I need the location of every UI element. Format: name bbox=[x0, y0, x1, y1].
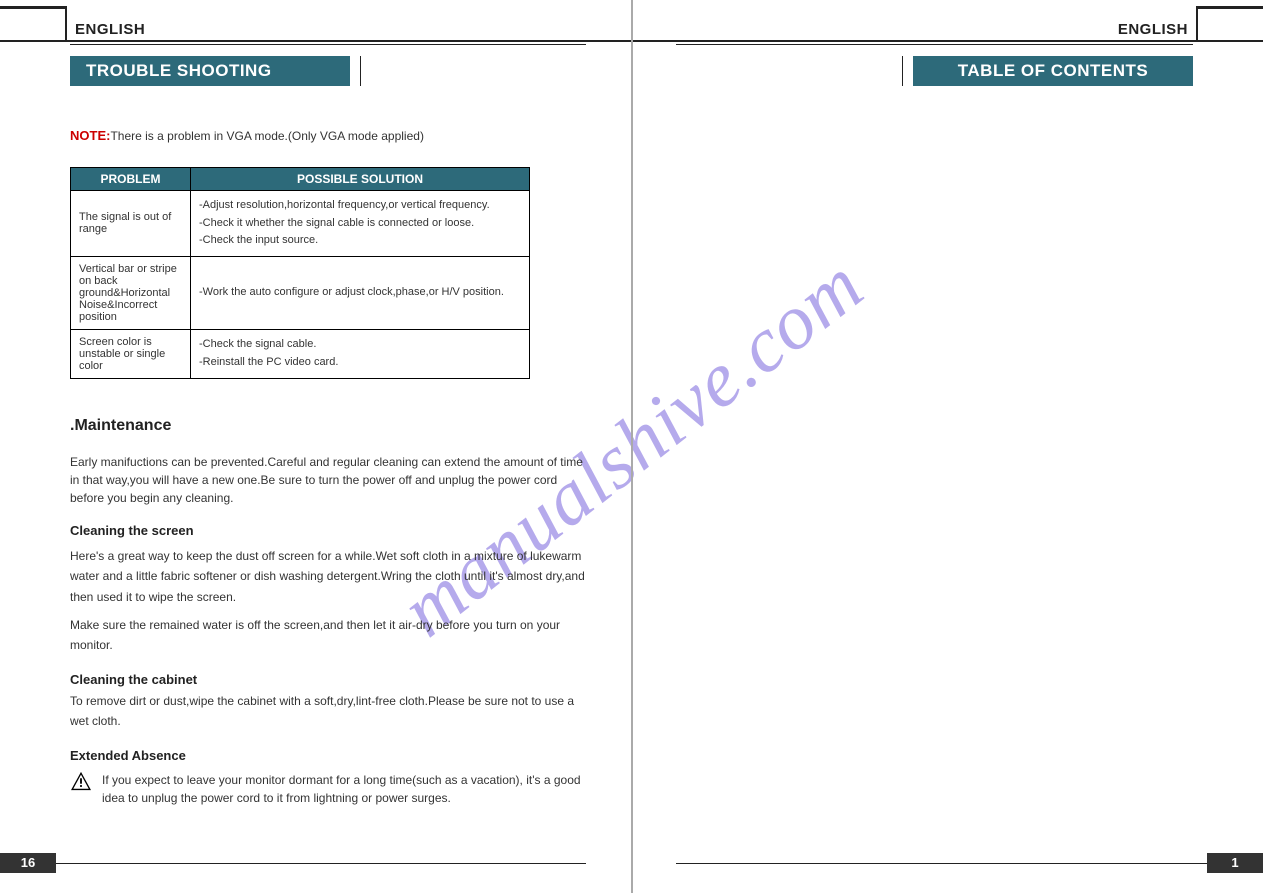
lang-label-left: ENGLISH bbox=[75, 22, 145, 37]
header-rule bbox=[0, 40, 631, 42]
cell-problem: Vertical bar or stripe on back ground&Ho… bbox=[71, 256, 191, 329]
page-number-left: 16 bbox=[0, 853, 56, 873]
header-stub-v bbox=[65, 6, 67, 42]
clean-screen-p1: Here's a great way to keep the dust off … bbox=[70, 546, 586, 607]
maintenance-heading: .Maintenance bbox=[70, 417, 586, 435]
clean-screen-p2: Make sure the remained water is off the … bbox=[70, 615, 586, 656]
section-title-left: TROUBLE SHOOTING bbox=[70, 56, 350, 86]
warning-text: If you expect to leave your monitor dorm… bbox=[102, 771, 582, 807]
header-rule-inner bbox=[70, 44, 586, 45]
table-row: Vertical bar or stripe on back ground&Ho… bbox=[71, 256, 530, 329]
page-number-right: 1 bbox=[1207, 853, 1263, 873]
header-stub-v bbox=[1196, 6, 1198, 42]
page-right: ENGLISH TABLE OF CONTENTS 1 bbox=[631, 0, 1263, 893]
cell-solution: -Work the auto configure or adjust clock… bbox=[191, 256, 530, 329]
title-divider bbox=[902, 56, 903, 86]
lang-label-right: ENGLISH bbox=[1118, 22, 1188, 37]
th-problem: PROBLEM bbox=[71, 168, 191, 191]
note-text: There is a problem in VGA mode.(Only VGA… bbox=[110, 129, 423, 143]
table-row: The signal is out of range -Adjust resol… bbox=[71, 191, 530, 257]
footer-rule bbox=[676, 863, 1207, 864]
cell-problem: Screen color is unstable or single color bbox=[71, 329, 191, 378]
note-line: NOTE:There is a problem in VGA mode.(Onl… bbox=[70, 128, 586, 143]
clean-screen-heading: Cleaning the screen bbox=[70, 523, 586, 538]
footer-rule bbox=[56, 863, 586, 864]
troubleshoot-table: PROBLEM POSSIBLE SOLUTION The signal is … bbox=[70, 167, 530, 379]
header-rule-inner bbox=[676, 44, 1193, 45]
section-title-right: TABLE OF CONTENTS bbox=[913, 56, 1193, 86]
title-divider bbox=[360, 56, 361, 86]
table-head-row: PROBLEM POSSIBLE SOLUTION bbox=[71, 168, 530, 191]
header-stub bbox=[1198, 6, 1263, 9]
center-gutter bbox=[631, 0, 633, 893]
table-row: Screen color is unstable or single color… bbox=[71, 329, 530, 378]
manual-spread: manualshive.com ENGLISH TROUBLE SHOOTING… bbox=[0, 0, 1263, 893]
page-left: ENGLISH TROUBLE SHOOTING NOTE:There is a… bbox=[0, 0, 631, 893]
cell-solution: -Adjust resolution,horizontal frequency,… bbox=[191, 191, 530, 257]
clean-cabinet-heading: Cleaning the cabinet bbox=[70, 672, 586, 687]
clean-cabinet-p: To remove dirt or dust,wipe the cabinet … bbox=[70, 691, 586, 732]
cell-problem: The signal is out of range bbox=[71, 191, 191, 257]
extended-absence-heading: Extended Absence bbox=[70, 748, 586, 763]
header-rule bbox=[631, 40, 1263, 42]
content-left: NOTE:There is a problem in VGA mode.(Onl… bbox=[70, 120, 586, 807]
header-stub bbox=[0, 6, 65, 9]
note-label: NOTE: bbox=[70, 128, 110, 143]
cell-solution: -Check the signal cable. -Reinstall the … bbox=[191, 329, 530, 378]
th-solution: POSSIBLE SOLUTION bbox=[191, 168, 530, 191]
warning-icon bbox=[70, 771, 92, 791]
warning-row: If you expect to leave your monitor dorm… bbox=[70, 771, 586, 807]
maintenance-paragraph: Early manifuctions can be prevented.Care… bbox=[70, 453, 586, 507]
